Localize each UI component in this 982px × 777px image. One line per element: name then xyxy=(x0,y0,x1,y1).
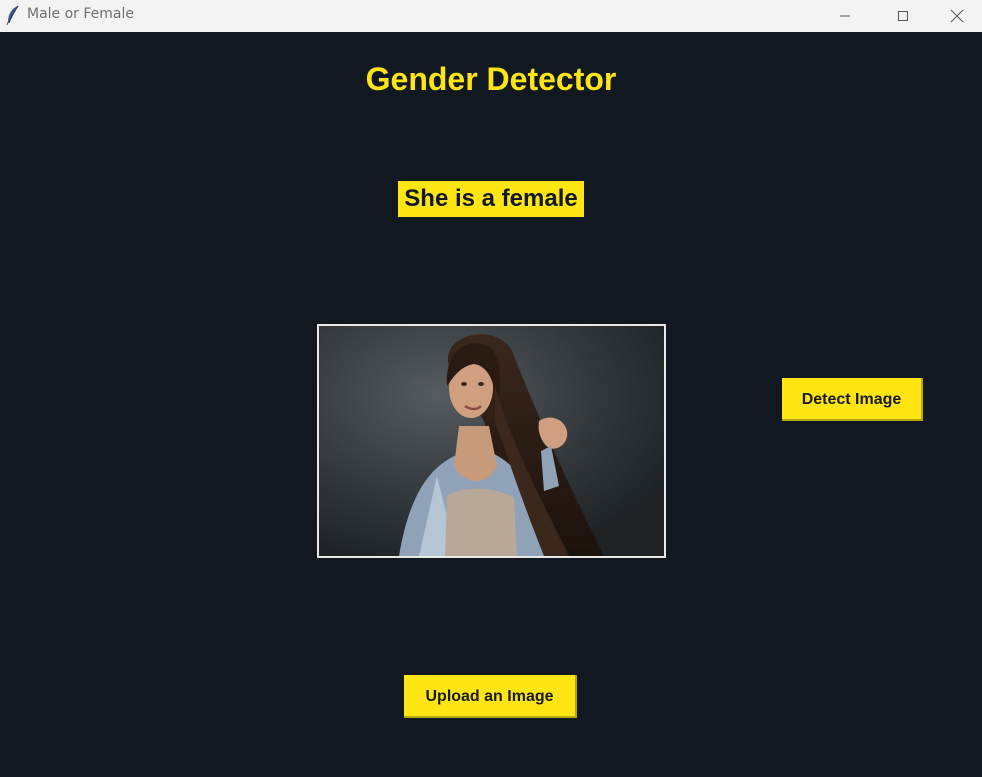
close-button[interactable] xyxy=(932,0,982,32)
title-bar: Male or Female xyxy=(0,0,982,32)
page-title: Gender Detector xyxy=(365,61,617,97)
app-window: Male or Female Gender Detector She is a … xyxy=(0,0,982,777)
result-label: She is a female xyxy=(398,181,584,217)
upload-image-button[interactable]: Upload an Image xyxy=(404,675,577,718)
minimize-button[interactable] xyxy=(816,0,874,32)
uploaded-image xyxy=(317,324,666,558)
portrait-photo xyxy=(319,326,664,556)
feather-icon xyxy=(6,5,20,26)
main-panel: Gender Detector She is a female Detect I… xyxy=(0,32,982,777)
maximize-button[interactable] xyxy=(874,0,932,32)
window-title: Male or Female xyxy=(27,6,135,22)
detect-image-button[interactable]: Detect Image xyxy=(782,378,923,421)
